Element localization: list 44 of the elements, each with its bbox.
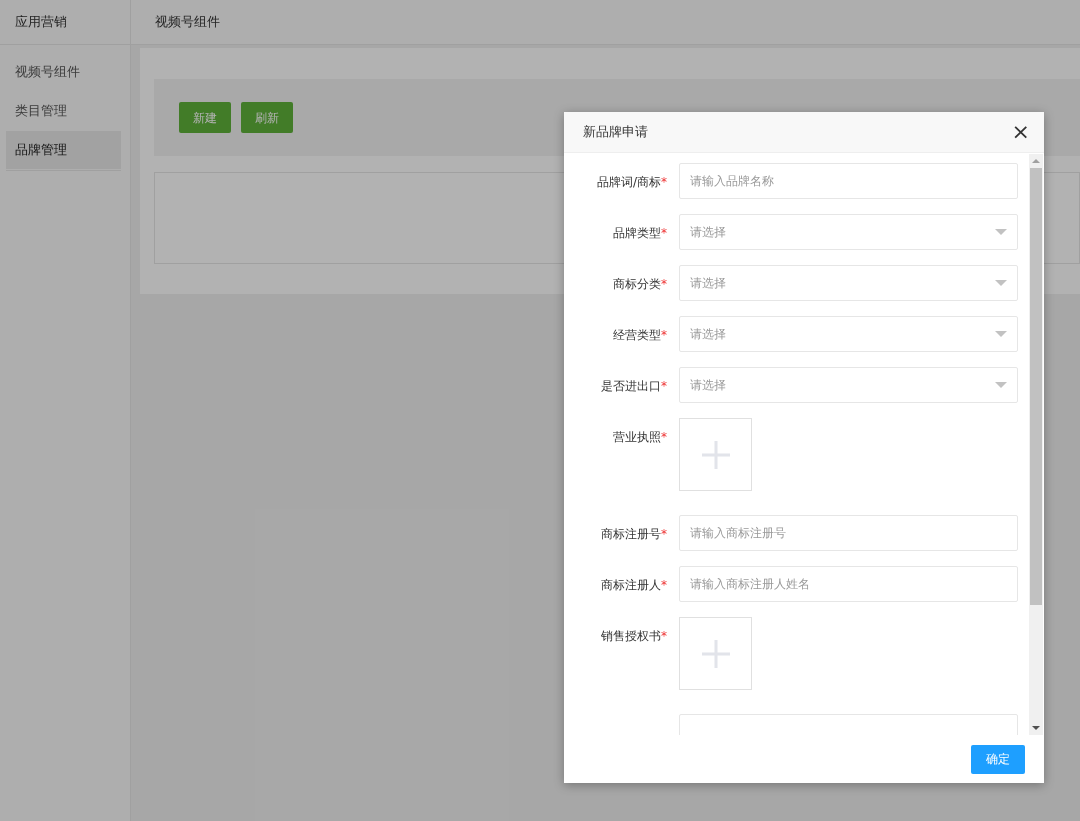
plus-icon <box>700 638 731 669</box>
field-label: 销售授权书* <box>600 628 667 645</box>
field-label: 品牌词/商标* <box>595 174 667 191</box>
caret-icon <box>995 229 1007 235</box>
caret-icon <box>995 280 1007 286</box>
required-mark: * <box>661 328 667 342</box>
required-mark: * <box>661 277 667 291</box>
required-mark: * <box>661 430 667 444</box>
field-label: 是否进出口* <box>600 378 667 395</box>
required-mark: * <box>661 379 667 393</box>
input-field[interactable]: 请输入商标注册号 <box>679 515 1018 551</box>
field-label: 商标注册号* <box>600 526 667 543</box>
confirm-button[interactable]: 确定 <box>971 744 1025 774</box>
select-field[interactable]: 请选择 <box>679 367 1018 403</box>
sidebar-item[interactable]: 品牌管理 <box>6 131 121 169</box>
upload-button[interactable] <box>679 617 752 690</box>
sidebar-item[interactable]: 视频号组件 <box>6 53 121 91</box>
field-label: 经营类型* <box>612 327 667 344</box>
sidebar-item[interactable]: 类目管理 <box>6 92 121 130</box>
field-label: 商标注册人* <box>600 577 667 594</box>
required-mark: * <box>661 629 667 643</box>
required-mark: * <box>661 226 667 240</box>
toolbar-button[interactable]: 刷新 <box>241 102 293 133</box>
caret-icon <box>995 331 1007 337</box>
field-label: 品牌类型* <box>612 225 667 242</box>
caret-icon <box>995 382 1007 388</box>
scrollbar[interactable] <box>1029 154 1043 735</box>
upload-button[interactable] <box>679 418 752 491</box>
select-field[interactable]: 请选择 <box>679 316 1018 352</box>
dialog-title: 新品牌申请 <box>583 123 648 142</box>
input-field[interactable]: 请输入品牌名称 <box>679 163 1018 199</box>
required-mark: * <box>661 578 667 592</box>
plus-icon <box>700 439 731 470</box>
input-field[interactable]: 请输入商标注册人姓名 <box>679 566 1018 602</box>
field-label: 商标分类* <box>612 276 667 293</box>
page-title: 视频号组件 <box>155 13 220 32</box>
toolbar-button[interactable]: 新建 <box>179 102 231 133</box>
select-field[interactable]: 请选择 <box>679 214 1018 250</box>
sidebar-title: 应用营销 <box>0 0 130 45</box>
field-label: 营业执照* <box>612 429 667 446</box>
select-field[interactable]: 请选择 <box>679 265 1018 301</box>
required-mark: * <box>661 527 667 541</box>
close-button[interactable]: × <box>1011 121 1030 143</box>
required-mark: * <box>661 175 667 189</box>
